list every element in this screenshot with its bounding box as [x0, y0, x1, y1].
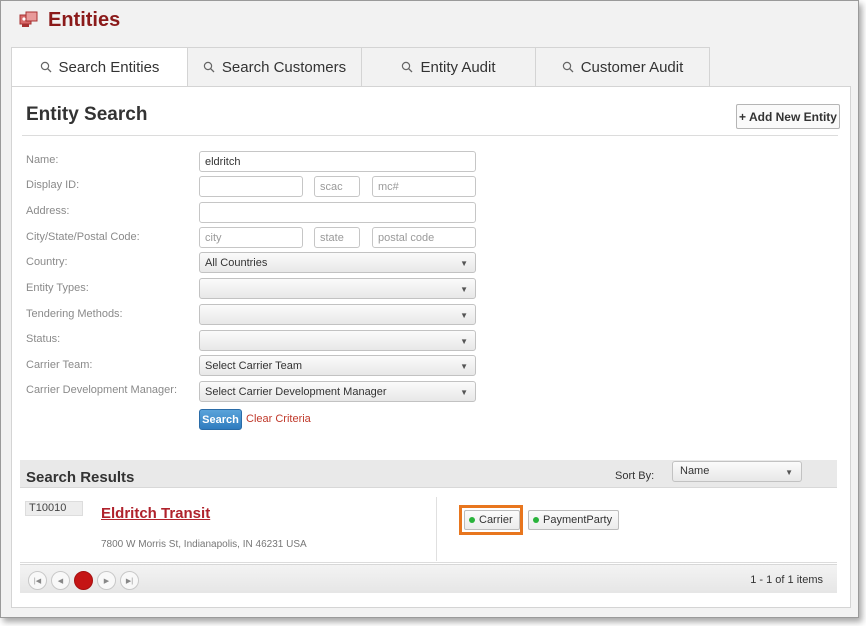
- sort-by-select-value: Name: [680, 465, 710, 477]
- carrier-team-select[interactable]: Select Carrier Team ▼: [199, 355, 476, 376]
- country-select[interactable]: All Countries ▼: [199, 252, 476, 273]
- first-page-button[interactable]: |◀: [28, 571, 47, 590]
- chevron-down-icon: ▼: [460, 259, 468, 268]
- entity-type-badge-paymentparty[interactable]: PaymentParty: [528, 510, 620, 530]
- chevron-down-icon: ▼: [460, 337, 468, 346]
- tab-search-entities[interactable]: Search Entities: [11, 47, 187, 87]
- app-window: Entities Search Entities Search Customer…: [0, 0, 859, 618]
- app-header: Entities: [19, 7, 120, 33]
- add-new-entity-button[interactable]: + Add New Entity: [736, 104, 840, 129]
- chevron-down-icon: ▼: [460, 285, 468, 294]
- status-dot-icon: [533, 517, 539, 523]
- entity-types-label: Entity Types:: [26, 282, 89, 294]
- carrier-dev-manager-select-value: Select Carrier Development Manager: [205, 385, 387, 398]
- name-label: Name:: [26, 154, 59, 166]
- chevron-down-icon: ▼: [785, 468, 793, 477]
- mc-number-input[interactable]: mc#: [372, 176, 476, 197]
- display-id-input[interactable]: [199, 176, 303, 197]
- search-results-header: Search Results Sort By: Name ▼: [20, 460, 837, 488]
- tendering-methods-label: Tendering Methods:: [26, 308, 123, 320]
- entity-type-label: PaymentParty: [543, 514, 613, 526]
- highlight-box: [459, 505, 523, 535]
- carrier-dev-manager-label: Carrier Development Manager:: [26, 384, 178, 396]
- entity-name-link[interactable]: Eldritch Transit: [101, 505, 210, 522]
- last-page-button[interactable]: ▶|: [120, 571, 139, 590]
- carrier-dev-manager-select[interactable]: Select Carrier Development Manager ▼: [199, 381, 476, 402]
- current-page-button[interactable]: 1: [74, 571, 93, 590]
- search-icon: [402, 61, 413, 73]
- city-input[interactable]: city: [199, 227, 303, 248]
- state-input[interactable]: state: [314, 227, 360, 248]
- entity-address: 7800 W Morris St, Indianapolis, IN 46231…: [101, 539, 307, 550]
- tab-label: Customer Audit: [580, 58, 684, 76]
- tab-customer-audit[interactable]: Customer Audit: [535, 47, 710, 87]
- entity-search-panel: Entity Search + Add New Entity Name: Dis…: [11, 86, 851, 608]
- address-input[interactable]: [199, 202, 476, 223]
- table-row: T10010 Eldritch Transit 7800 W Morris St…: [20, 489, 837, 563]
- city-state-postal-label: City/State/Postal Code:: [26, 231, 140, 243]
- sort-by-select[interactable]: Name ▼: [672, 461, 802, 482]
- search-results-title: Search Results: [26, 469, 135, 486]
- items-count: 1 - 1 of 1 items: [750, 574, 823, 586]
- display-id-label: Display ID:: [26, 179, 80, 191]
- pager: |◀ ◀ 1 ▶ ▶| 1 - 1 of 1 items: [20, 564, 837, 593]
- page-title: Entity Search: [26, 104, 148, 125]
- next-page-button[interactable]: ▶: [97, 571, 116, 590]
- divider: [22, 135, 838, 136]
- status-label: Status:: [26, 333, 61, 345]
- search-button[interactable]: Search: [199, 409, 242, 430]
- carrier-team-label: Carrier Team:: [26, 359, 93, 371]
- country-label: Country:: [26, 256, 68, 268]
- entity-types-select[interactable]: ▼: [199, 278, 476, 299]
- tab-search-customers[interactable]: Search Customers: [187, 47, 361, 87]
- tab-label: Entity Audit: [420, 58, 496, 76]
- status-select[interactable]: ▼: [199, 330, 476, 351]
- chevron-down-icon: ▼: [460, 388, 468, 397]
- search-icon: [562, 61, 574, 73]
- tab-bar: Search Entities Search Customers Entity …: [11, 47, 710, 87]
- postal-code-input[interactable]: postal code: [372, 227, 476, 248]
- carrier-team-select-value: Select Carrier Team: [205, 359, 302, 372]
- chevron-down-icon: ▼: [460, 362, 468, 371]
- app-title: Entities: [48, 8, 121, 31]
- search-icon: [203, 61, 215, 73]
- tab-label: Search Customers: [221, 58, 347, 76]
- prev-page-button[interactable]: ◀: [51, 571, 70, 590]
- tab-label: Search Entities: [58, 58, 160, 76]
- name-input[interactable]: eldritch: [199, 151, 476, 172]
- scac-input[interactable]: scac: [314, 176, 360, 197]
- tab-entity-audit[interactable]: Entity Audit: [361, 47, 535, 87]
- sort-by-label: Sort By:: [615, 470, 655, 482]
- divider: [436, 497, 437, 561]
- entities-icon: [19, 11, 39, 29]
- country-select-value: All Countries: [205, 256, 268, 269]
- chevron-down-icon: ▼: [460, 311, 468, 320]
- display-id-badge: T10010: [25, 501, 83, 516]
- tendering-methods-select[interactable]: ▼: [199, 304, 476, 325]
- search-icon: [40, 61, 52, 73]
- clear-criteria-link[interactable]: Clear Criteria: [246, 413, 311, 425]
- address-label: Address:: [26, 205, 70, 217]
